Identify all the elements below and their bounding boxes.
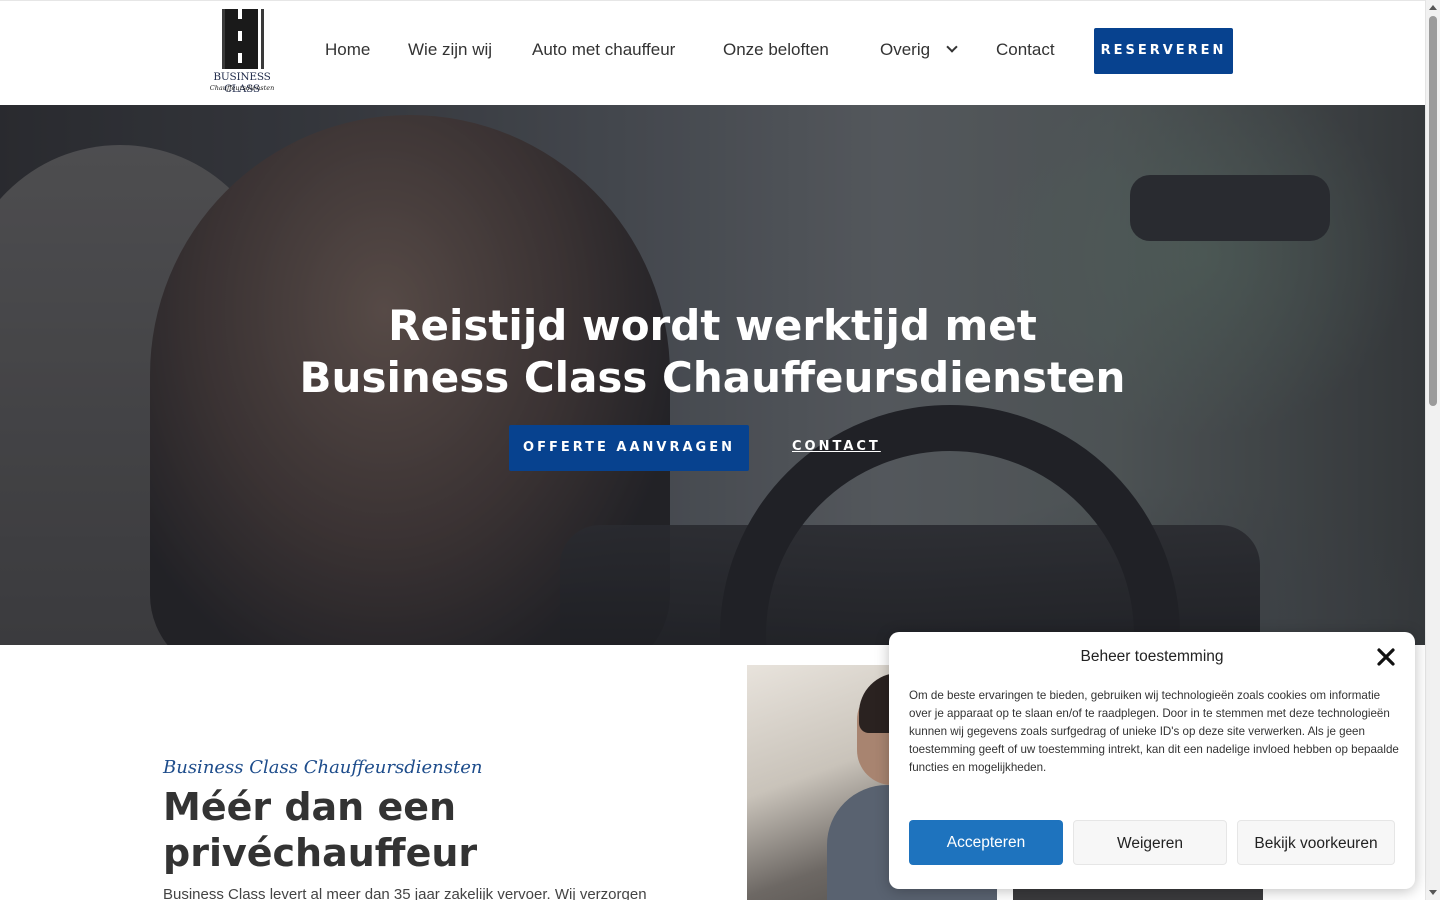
chevron-down-icon <box>946 41 958 53</box>
logo-subtitle: Chauffeursdiensten <box>209 84 275 92</box>
hero-title-line1: Reistijd wordt werktijd met <box>388 301 1037 350</box>
hero-title: Reistijd wordt werktijd met Business Clas… <box>0 300 1425 404</box>
reserveren-button[interactable]: RESERVEREN <box>1094 28 1233 74</box>
site-header: BUSINESS CLASS Chauffeursdiensten Home W… <box>0 0 1425 105</box>
intro-title: Méér dan een privéchauffeur <box>163 785 478 875</box>
consent-message: Om de beste ervaringen te bieden, gebrui… <box>909 689 1399 774</box>
hero-contact-link[interactable]: CONTACT <box>792 435 881 459</box>
hero-title-line2: Business Class Chauffeursdiensten <box>299 353 1126 402</box>
nav-item-overig-label: Overig <box>880 40 931 59</box>
nav-item-home[interactable]: Home <box>325 39 370 61</box>
scroll-up-arrow-icon[interactable] <box>1429 5 1437 10</box>
accept-button[interactable]: Accepteren <box>909 820 1063 865</box>
consent-title: Beheer toestemming <box>1080 648 1224 665</box>
nav-item-contact[interactable]: Contact <box>996 39 1055 61</box>
consent-dialog: Beheer toestemming Om de beste ervaringe… <box>889 632 1415 889</box>
close-icon[interactable] <box>1375 646 1397 668</box>
nav-item-overig[interactable]: Overig <box>880 39 958 61</box>
scroll-down-arrow-icon[interactable] <box>1429 890 1437 895</box>
deny-button[interactable]: Weigeren <box>1073 820 1227 865</box>
nav-item-onze-beloften[interactable]: Onze beloften <box>723 39 829 61</box>
logo-road-icon <box>222 9 264 69</box>
scrollbar[interactable] <box>1425 0 1440 900</box>
nav-item-wie-zijn-wij[interactable]: Wie zijn wij <box>408 39 492 61</box>
logo[interactable]: BUSINESS CLASS Chauffeursdiensten <box>196 9 288 95</box>
intro-kicker: Business Class Chauffeursdiensten <box>163 757 483 778</box>
offerte-aanvragen-button[interactable]: OFFERTE AANVRAGEN <box>509 425 749 471</box>
nav-item-auto-met-chauffeur[interactable]: Auto met chauffeur <box>532 39 675 61</box>
page: BUSINESS CLASS Chauffeursdiensten Home W… <box>0 0 1440 900</box>
intro-text: Business Class levert al meer dan 35 jaa… <box>163 886 647 900</box>
hero: Reistijd wordt werktijd met Business Clas… <box>0 105 1425 645</box>
scrollbar-thumb[interactable] <box>1429 16 1437 406</box>
view-preferences-button[interactable]: Bekijk voorkeuren <box>1237 820 1395 865</box>
